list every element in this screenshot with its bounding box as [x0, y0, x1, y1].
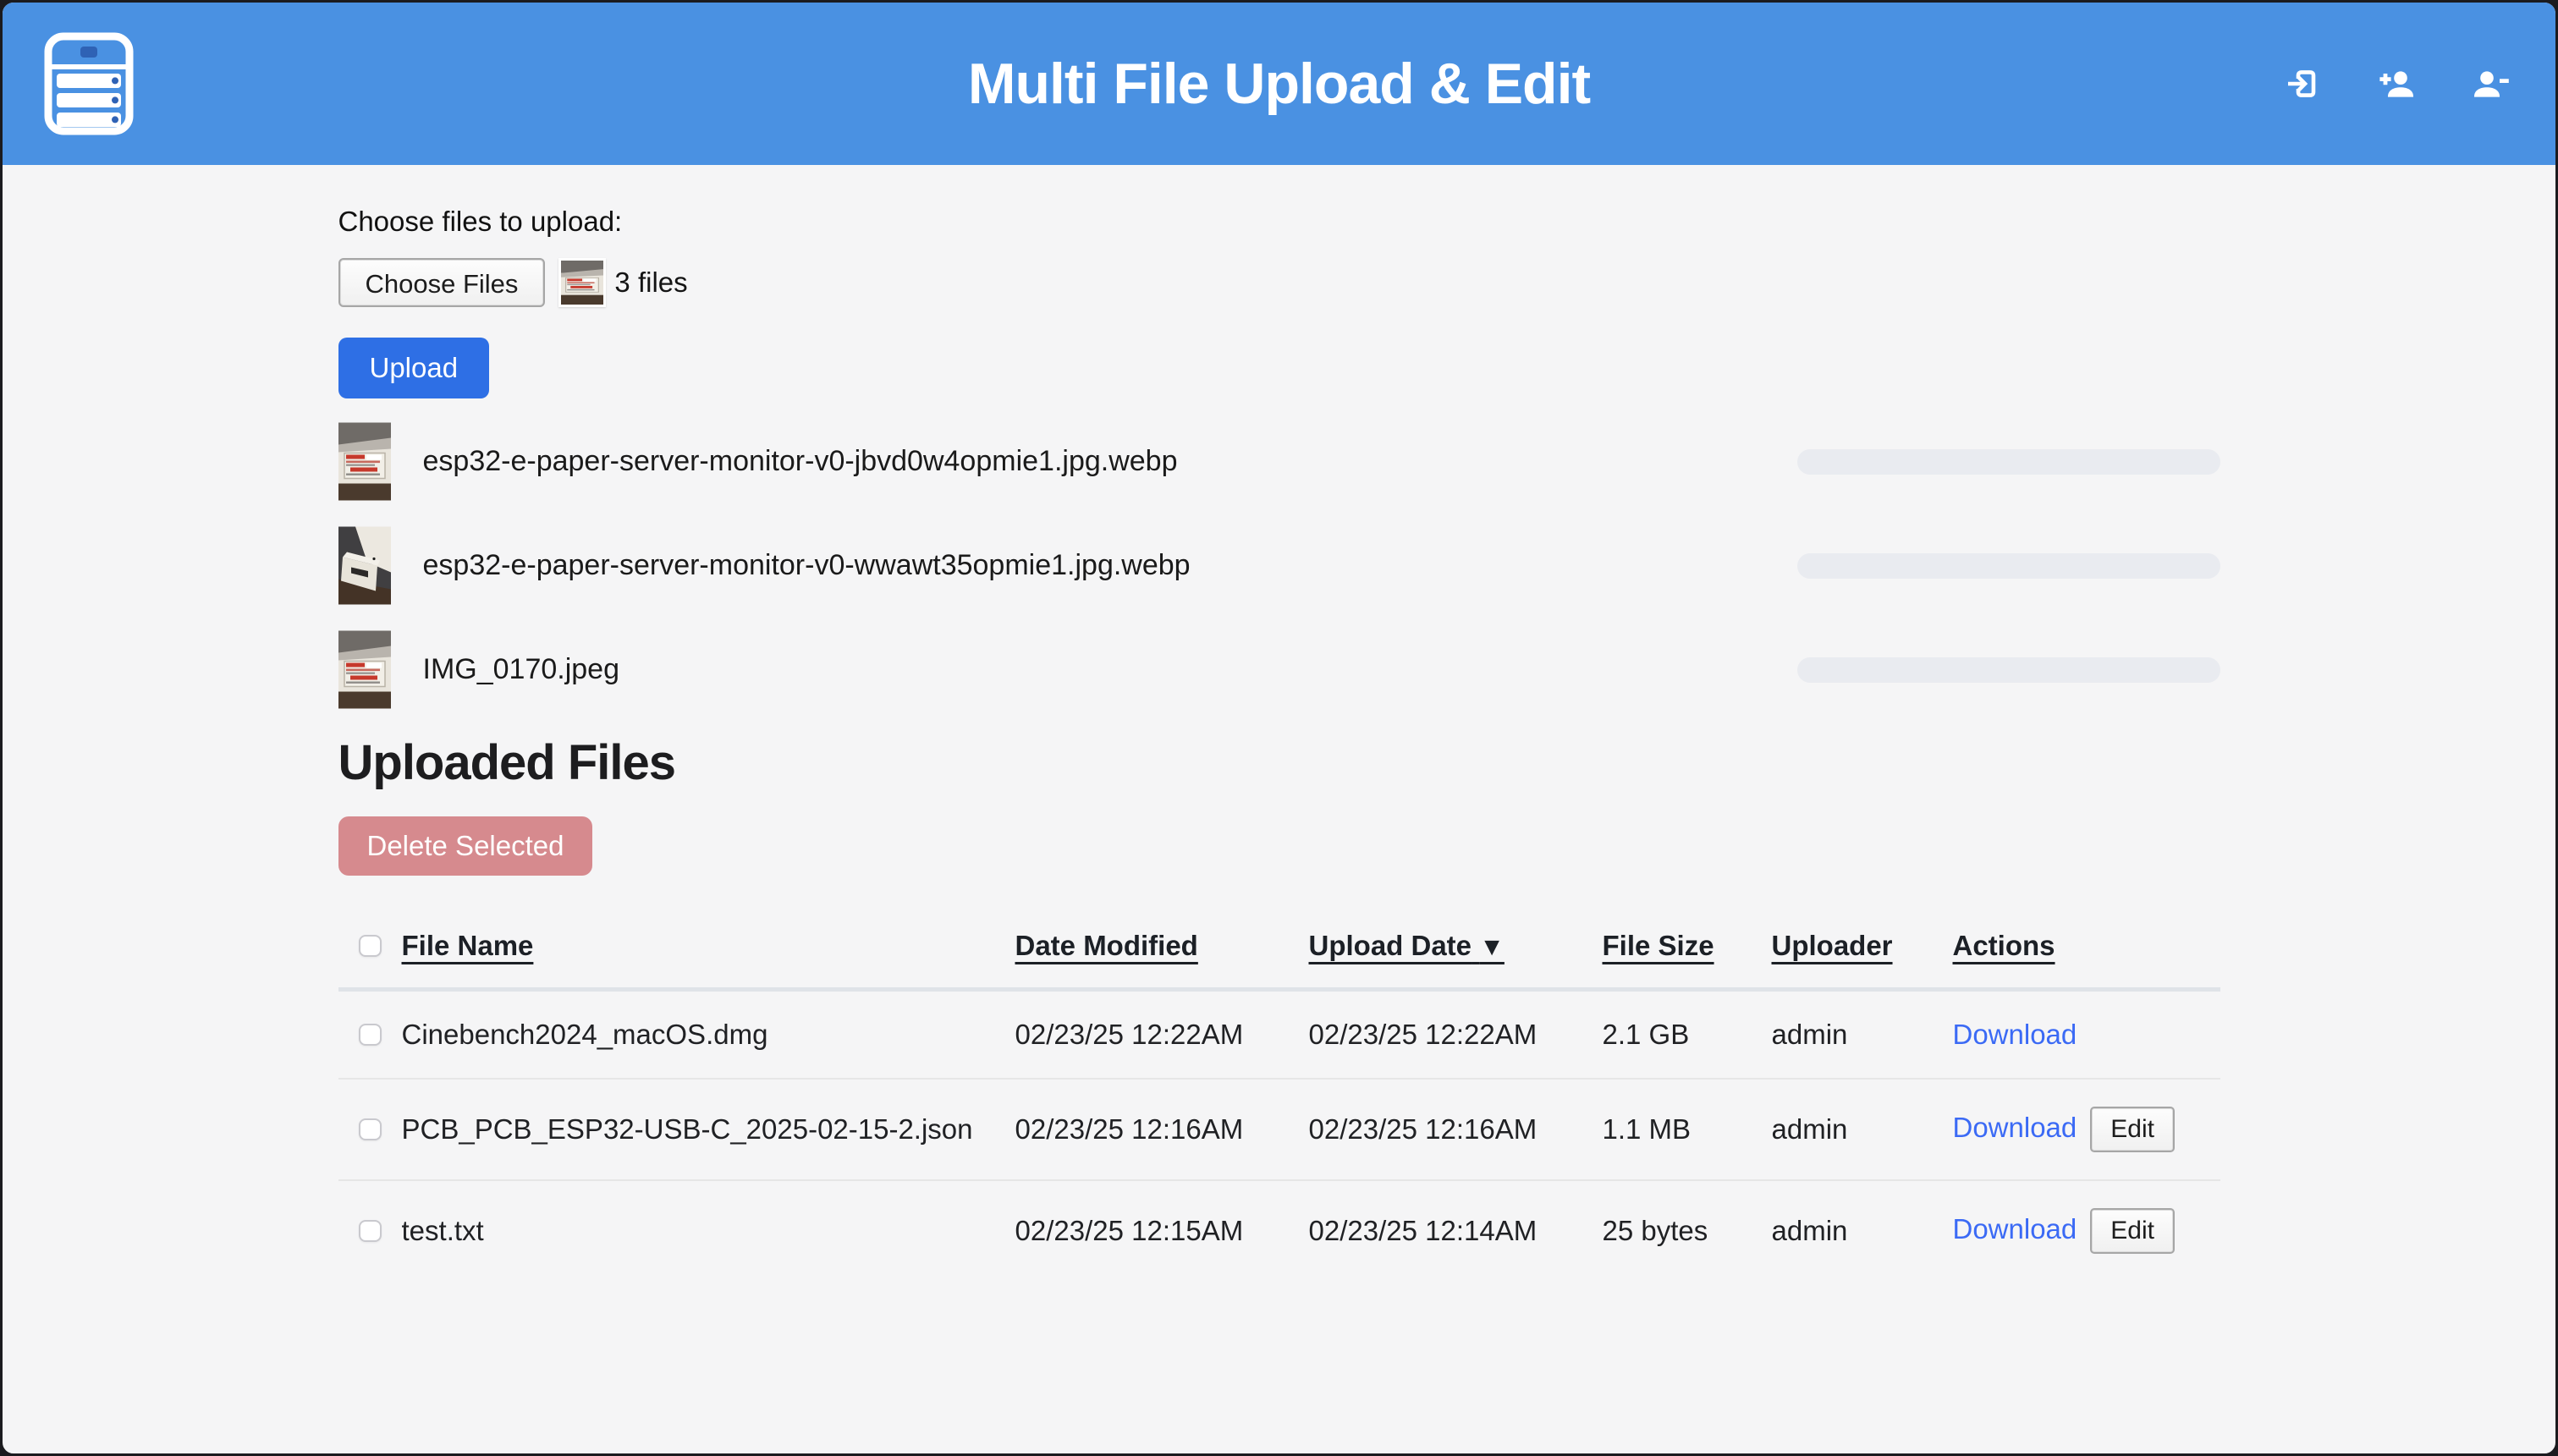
selected-files-count: 3 files: [614, 266, 687, 299]
file-size-cell: 25 bytes: [1603, 1180, 1772, 1281]
actions-cell: Download Edit: [1953, 1180, 2220, 1281]
table-row: test.txt 02/23/25 12:15AM 02/23/25 12:14…: [338, 1180, 2220, 1281]
file-thumbnail: [338, 526, 391, 605]
upload-progress-bar: [1797, 553, 2220, 579]
upload-date-cell: 02/23/25 12:14AM: [1309, 1180, 1603, 1281]
app-window: Multi File Upload & Edit Choose files to…: [0, 0, 2558, 1456]
upload-date-cell: 02/23/25 12:22AM: [1309, 990, 1603, 1080]
selected-files-thumbnail: [558, 258, 606, 307]
pending-file-row: esp32-e-paper-server-monitor-v0-jbvd0w4o…: [338, 422, 2220, 501]
actions-cell: Download Edit: [1953, 1079, 2220, 1180]
column-header-actions[interactable]: Actions: [1953, 908, 2220, 990]
pending-files-list: esp32-e-paper-server-monitor-v0-jbvd0w4o…: [338, 422, 2220, 709]
pending-file-name: esp32-e-paper-server-monitor-v0-wwawt35o…: [423, 549, 1191, 582]
select-file-checkbox[interactable]: [359, 1118, 382, 1140]
select-file-checkbox[interactable]: [359, 1220, 382, 1242]
delete-selected-button[interactable]: Delete Selected: [338, 816, 593, 876]
pending-file-name: IMG_0170.jpeg: [423, 653, 620, 686]
date-modified-cell: 02/23/25 12:16AM: [1015, 1079, 1309, 1180]
column-header-file-name[interactable]: File Name: [402, 908, 1015, 990]
file-name-cell: PCB_PCB_ESP32-USB-C_2025-02-15-2.json: [402, 1079, 1015, 1180]
uploaded-files-table: File Name Date Modified Upload Date ▼ Fi…: [338, 908, 2220, 1281]
pending-file-name: esp32-e-paper-server-monitor-v0-jbvd0w4o…: [423, 445, 1178, 478]
upload-date-cell: 02/23/25 12:16AM: [1309, 1079, 1603, 1180]
date-modified-cell: 02/23/25 12:15AM: [1015, 1180, 1309, 1281]
table-row: PCB_PCB_ESP32-USB-C_2025-02-15-2.json 02…: [338, 1079, 2220, 1180]
header-actions: [2281, 3, 2511, 165]
pending-file-row: IMG_0170.jpeg: [338, 630, 2220, 709]
uploader-cell: admin: [1772, 990, 1953, 1080]
select-all-checkbox[interactable]: [359, 935, 382, 957]
uploader-cell: admin: [1772, 1079, 1953, 1180]
column-header-date-modified[interactable]: Date Modified: [1015, 908, 1309, 990]
choose-files-label: Choose files to upload:: [338, 206, 2220, 238]
file-name-cell: test.txt: [402, 1180, 1015, 1281]
column-header-upload-date[interactable]: Upload Date ▼: [1309, 908, 1603, 990]
file-size-cell: 1.1 MB: [1603, 1079, 1772, 1180]
column-header-uploader[interactable]: Uploader: [1772, 908, 1953, 990]
person-remove-icon[interactable]: [2471, 63, 2511, 104]
pending-file-row: esp32-e-paper-server-monitor-v0-wwawt35o…: [338, 526, 2220, 605]
actions-cell: Download: [1953, 990, 2220, 1080]
file-name-cell: Cinebench2024_macOS.dmg: [402, 990, 1015, 1080]
upload-progress-bar: [1797, 657, 2220, 683]
main-content: Choose files to upload: Choose Files 3 f…: [338, 206, 2220, 1281]
table-header-row: File Name Date Modified Upload Date ▼ Fi…: [338, 908, 2220, 990]
person-add-icon[interactable]: [2376, 63, 2417, 104]
select-file-checkbox[interactable]: [359, 1024, 382, 1046]
app-header: Multi File Upload & Edit: [3, 3, 2555, 165]
uploaded-files-heading: Uploaded Files: [338, 734, 2220, 791]
table-row: Cinebench2024_macOS.dmg 02/23/25 12:22AM…: [338, 990, 2220, 1080]
sort-descending-icon: ▼: [1479, 933, 1505, 961]
page-title: Multi File Upload & Edit: [3, 3, 2555, 165]
column-header-file-size[interactable]: File Size: [1603, 908, 1772, 990]
download-link[interactable]: Download: [1953, 1019, 2077, 1050]
login-icon[interactable]: [2281, 63, 2322, 104]
file-thumbnail: [338, 422, 391, 501]
file-input-row: Choose Files 3 files: [338, 258, 2220, 307]
edit-button[interactable]: Edit: [2090, 1208, 2175, 1254]
download-link[interactable]: Download: [1953, 1112, 2077, 1143]
edit-button[interactable]: Edit: [2090, 1107, 2175, 1152]
upload-progress-bar: [1797, 449, 2220, 475]
file-size-cell: 2.1 GB: [1603, 990, 1772, 1080]
uploader-cell: admin: [1772, 1180, 1953, 1281]
upload-button[interactable]: Upload: [338, 338, 490, 398]
file-thumbnail: [338, 630, 391, 709]
choose-files-button[interactable]: Choose Files: [338, 258, 546, 307]
date-modified-cell: 02/23/25 12:22AM: [1015, 990, 1309, 1080]
download-link[interactable]: Download: [1953, 1213, 2077, 1244]
